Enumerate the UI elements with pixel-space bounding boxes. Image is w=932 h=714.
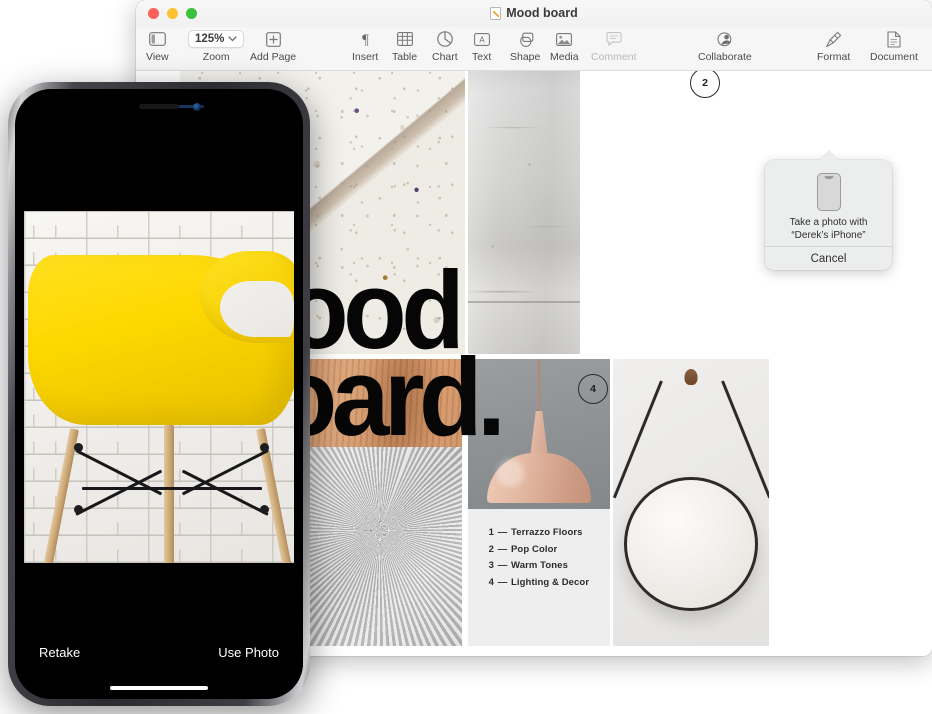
toolbar-zoom-label: Zoom — [202, 51, 230, 63]
toolbar-format-label: Format — [817, 51, 851, 63]
toolbar-document-button[interactable]: Document — [870, 29, 918, 63]
badge-number: 4 — [590, 383, 596, 395]
toolbar-comment-label: Comment — [591, 51, 637, 63]
popover-arrow — [817, 151, 840, 161]
earpiece-speaker-icon — [139, 104, 179, 109]
paintbrush-icon — [825, 29, 842, 49]
camera-review-bar: Retake Use Photo — [15, 623, 303, 699]
legend-number: 1 — [488, 527, 494, 538]
iphone-icon — [816, 173, 841, 211]
toolbar-table-label: Table — [392, 51, 418, 63]
legend-label: Lighting & Decor — [511, 576, 590, 588]
moodboard-legend-list: 1 — Terrazzo Floors 2 — Pop Color 3 — Wa… — [483, 527, 589, 593]
legend-dash: — — [497, 527, 508, 538]
iphone-device: Retake Use Photo — [8, 82, 310, 706]
legend-dash: — — [497, 543, 508, 555]
retake-button[interactable]: Retake — [39, 645, 80, 660]
list-item: 4 — Lighting & Decor — [483, 577, 589, 588]
front-camera-icon — [193, 103, 201, 111]
round-strap-mirror-photo[interactable] — [613, 359, 769, 646]
toolbar-view-button[interactable]: View — [146, 29, 169, 63]
legend-panel: 1 — Terrazzo Floors 2 — Pop Color 3 — Wa… — [468, 509, 610, 646]
table-grid-icon — [396, 29, 413, 49]
legend-dash: — — [497, 560, 508, 571]
window-titlebar[interactable]: Mood board — [136, 0, 932, 27]
use-photo-button[interactable]: Use Photo — [218, 645, 279, 660]
toolbar-text-button[interactable]: A Text — [472, 29, 491, 63]
toolbar-media-button[interactable]: Media — [550, 29, 579, 63]
toolbar-collaborate-button[interactable]: Collaborate — [698, 29, 752, 63]
popover-divider — [765, 246, 892, 247]
toolbar-shape-label: Shape — [510, 51, 541, 63]
take-photo-popover: Take a photo with “Derek’s iPhone” Cance… — [765, 151, 892, 270]
annotation-badge-4[interactable]: 4 — [578, 374, 608, 404]
annotation-badge-2[interactable]: 2 — [690, 71, 720, 98]
comment-icon — [606, 29, 622, 49]
toolbar-view-label: View — [146, 51, 169, 63]
toolbar-collaborate-label: Collaborate — [698, 51, 752, 63]
yellow-eames-chair-photo[interactable] — [24, 211, 294, 563]
toolbar-comment-button[interactable]: Comment — [591, 29, 637, 63]
fur-rug-photo[interactable] — [310, 447, 462, 646]
toolbar-media-label: Media — [550, 51, 579, 63]
list-item: 3 — Warm Tones — [483, 560, 589, 571]
legend-dash: — — [497, 576, 508, 588]
list-item: 2 — Pop Color — [483, 544, 589, 555]
list-item: 1 — Terrazzo Floors — [483, 527, 589, 538]
window-title: Mood board — [136, 6, 932, 20]
toolbar-zoom-control[interactable]: 125% Zoom — [188, 29, 245, 63]
toolbar-chart-label: Chart — [432, 51, 458, 63]
popover-prompt: Take a photo with “Derek’s iPhone” — [765, 217, 892, 243]
popover-cancel-button[interactable]: Cancel — [765, 248, 892, 270]
badge-number: 2 — [702, 77, 708, 89]
photo-icon — [556, 29, 573, 49]
legend-label: Terrazzo Floors — [511, 527, 583, 538]
toolbar: View 125% Zoom Add Page ¶ Insert Table C… — [136, 27, 932, 71]
toolbar-chart-button[interactable]: Chart — [432, 29, 458, 63]
zoom-popup-button[interactable]: 125% — [188, 30, 245, 48]
window-title-text: Mood board — [506, 6, 578, 20]
popover-prompt-line1: Take a photo with — [789, 217, 868, 228]
pilcrow-icon: ¶ — [359, 29, 372, 49]
popover-prompt-line2: “Derek’s iPhone” — [791, 229, 866, 241]
toolbar-insert-button[interactable]: ¶ Insert — [352, 29, 378, 63]
svg-text:A: A — [479, 35, 485, 44]
concrete-wall-photo[interactable] — [468, 71, 580, 354]
document-file-icon — [490, 6, 502, 20]
legend-number: 3 — [488, 560, 494, 571]
toolbar-add-page-button[interactable]: Add Page — [250, 29, 296, 63]
legend-number: 2 — [488, 543, 494, 555]
home-indicator[interactable] — [110, 685, 208, 690]
toolbar-table-button[interactable]: Table — [392, 29, 417, 63]
toolbar-add-page-label: Add Page — [250, 51, 297, 63]
shapes-icon — [517, 29, 534, 49]
zoom-popup-icon: 125% — [188, 29, 245, 49]
legend-label: Warm Tones — [511, 560, 568, 571]
zoom-level-value: 125% — [195, 33, 225, 45]
toolbar-format-button[interactable]: Format — [817, 29, 850, 63]
legend-number: 4 — [488, 576, 494, 588]
plus-box-icon — [265, 29, 281, 49]
text-box-icon: A — [473, 29, 490, 49]
chevron-down-icon — [228, 36, 238, 42]
sidebar-icon — [148, 29, 166, 49]
svg-text:¶: ¶ — [362, 32, 369, 47]
document-icon — [887, 29, 901, 49]
toolbar-text-label: Text — [472, 51, 492, 63]
toolbar-shape-button[interactable]: Shape — [510, 29, 540, 63]
legend-label: Pop Color — [511, 543, 558, 555]
toolbar-document-label: Document — [870, 51, 918, 63]
pie-chart-icon — [437, 29, 453, 49]
toolbar-insert-label: Insert — [352, 51, 379, 63]
iphone-screen[interactable]: Retake Use Photo — [15, 89, 303, 699]
collaborate-icon — [715, 29, 734, 49]
screen: Mood board View 125% Zoom Add Page ¶ Ins… — [0, 0, 932, 714]
